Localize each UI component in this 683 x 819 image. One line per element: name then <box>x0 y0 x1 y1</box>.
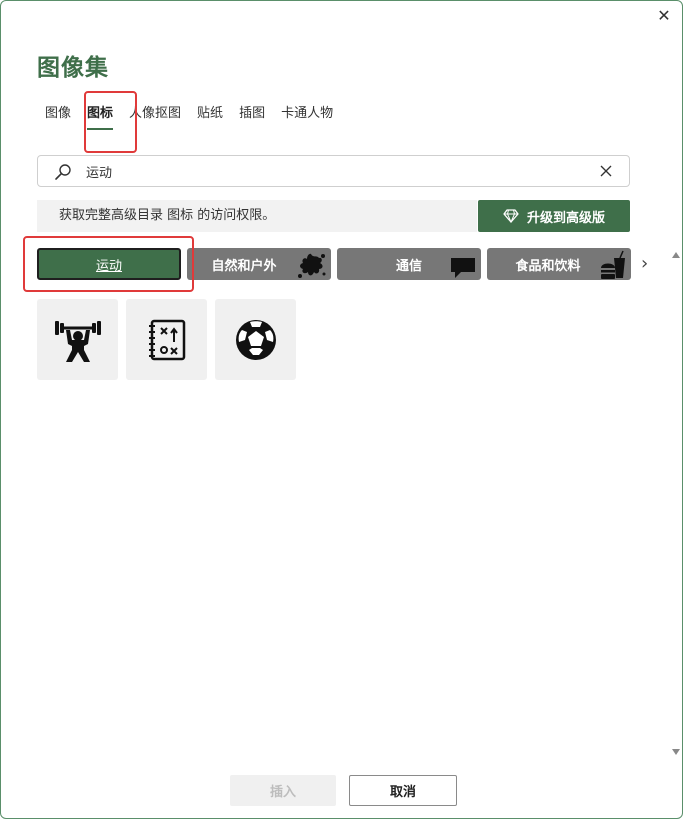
close-button[interactable]: ✕ <box>654 6 674 26</box>
upgrade-button-label: 升级到高级版 <box>526 210 605 226</box>
cancel-button[interactable]: 取消 <box>349 775 457 806</box>
weightlifter-icon <box>54 320 101 362</box>
icon-collection-dialog: ✕ 图像集 图像 图标 人像抠图 贴纸 插图 卡通人物 获取完整高级目录 图标 … <box>0 0 683 819</box>
playbook-icon <box>148 319 185 360</box>
dialog-title: 图像集 <box>37 55 109 81</box>
category-label: 食品和饮料 <box>515 258 581 274</box>
tab-images[interactable]: 图像 <box>37 104 79 130</box>
tab-stickers[interactable]: 贴纸 <box>189 104 231 130</box>
clear-search-icon[interactable] <box>599 164 613 178</box>
soccer-ball-icon <box>235 319 276 360</box>
upgrade-button[interactable]: 升级到高级版 <box>478 200 630 232</box>
tab-icons[interactable]: 图标 <box>79 104 121 130</box>
scroll-down-arrow-icon[interactable] <box>671 747 681 757</box>
result-tile[interactable] <box>126 299 207 380</box>
diamond-icon <box>503 209 519 223</box>
category-nature-outdoors[interactable]: 自然和户外 <box>187 248 331 280</box>
speech-bubble-icon <box>451 258 475 278</box>
tab-bar: 图像 图标 人像抠图 贴纸 插图 卡通人物 <box>37 104 341 136</box>
scroll-up-arrow-icon[interactable] <box>671 250 681 260</box>
category-label: 自然和户外 <box>211 258 277 274</box>
premium-notice: 获取完整高级目录 图标 的访问权限。 <box>37 200 477 232</box>
tab-illustrations[interactable]: 插图 <box>231 104 273 130</box>
category-strip: 运动 自然和户外 通信 食品和饮料 <box>37 248 631 280</box>
result-tile[interactable] <box>37 299 118 380</box>
tab-cartoon-people[interactable]: 卡通人物 <box>273 104 341 130</box>
search-box <box>37 155 630 187</box>
category-next-button[interactable]: › <box>641 254 657 274</box>
category-label: 运动 <box>95 258 122 274</box>
category-label: 通信 <box>395 258 422 274</box>
splash-icon <box>298 253 326 278</box>
burger-drink-icon <box>601 250 625 279</box>
tab-cutout-people[interactable]: 人像抠图 <box>121 104 189 130</box>
category-food-drink[interactable]: 食品和饮料 <box>487 248 631 280</box>
search-input[interactable] <box>86 160 586 182</box>
result-tile[interactable] <box>215 299 296 380</box>
search-icon <box>55 164 71 180</box>
insert-button[interactable]: 插入 <box>230 775 336 806</box>
category-communication[interactable]: 通信 <box>337 248 481 280</box>
category-sports[interactable]: 运动 <box>37 248 181 280</box>
